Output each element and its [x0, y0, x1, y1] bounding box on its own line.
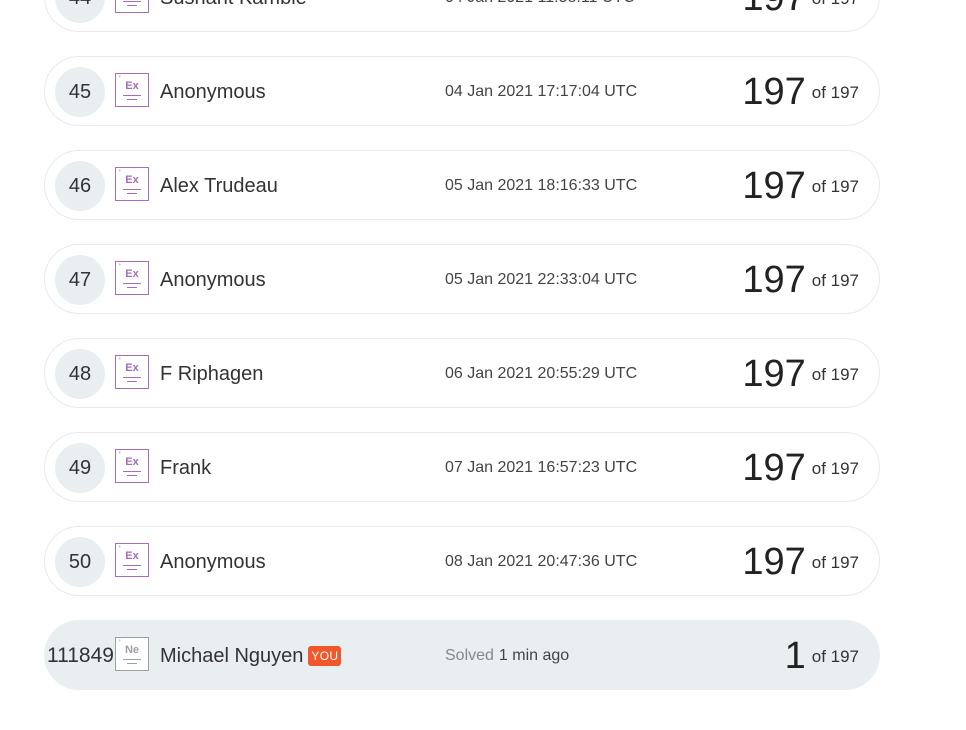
level-abbr: Ex	[125, 268, 139, 280]
solve-timestamp: 07 Jan 2021 16:57:23 UTC	[445, 459, 638, 476]
solve-timestamp: 05 Jan 2021 18:16:33 UTC	[445, 177, 638, 194]
leaderboard-row[interactable]: 50 ' Ex Anonymous 08 Jan 2021 20:47:36 UT…	[44, 526, 880, 596]
rank-badge: 49	[55, 443, 105, 493]
leaderboard-row[interactable]: 44 'Ex Sushant Kamble 04 Jan 2021 11:58:…	[44, 0, 880, 32]
player-name[interactable]: Sushant Kamble	[160, 0, 307, 33]
rank-badge: 44	[55, 0, 105, 23]
score-total: of 197	[811, 365, 859, 384]
solve-timestamp: 05 Jan 2021 22:33:04 UTC	[445, 271, 638, 288]
score-value: 1	[784, 634, 806, 677]
leaderboard-row[interactable]: 49 ' Ex Frank 07 Jan 2021 16:57:23 UTC 19…	[44, 432, 880, 502]
score-total: of 197	[811, 177, 859, 196]
expert-level-icon: 'Ex	[115, 355, 149, 389]
score: 197 of 197	[742, 151, 859, 221]
leaderboard-row[interactable]: 48 ' Ex F Riphagen 06 Jan 2021 20:55:29 U…	[44, 338, 880, 408]
solve-timestamp: 04 Jan 2021 17:17:04 UTC	[445, 83, 638, 100]
score-total: of 197	[811, 647, 859, 666]
score: 197 of 197	[742, 245, 859, 315]
level-abbr: Ex	[125, 362, 139, 374]
level-abbr: Ne	[124, 644, 140, 656]
rank-badge: 47	[55, 255, 105, 305]
solve-status: Solved 1 min ago	[445, 621, 569, 691]
rank-badge: 50	[55, 537, 105, 587]
score: 197 of 197	[742, 339, 859, 409]
score-value: 197	[742, 352, 806, 395]
score-value: 197	[742, 164, 806, 207]
player-name[interactable]: F Riphagen	[160, 339, 263, 409]
score-value: 197	[742, 0, 805, 20]
score: 1 of 197	[785, 621, 859, 691]
expert-level-icon: 'Ex	[115, 0, 149, 13]
player-name[interactable]: Anonymous	[160, 245, 266, 315]
rank-badge: 48	[55, 349, 105, 399]
solved-time: 1 min ago	[498, 647, 570, 664]
rank-badge: 45	[55, 67, 105, 117]
leaderboard: 44 'Ex Sushant Kamble 04 Jan 2021 11:58:…	[0, 0, 966, 730]
newbie-level-icon: ' Ne	[115, 637, 149, 671]
score-total: of 197	[811, 271, 859, 290]
player-name[interactable]: Alex Trudeau	[160, 151, 278, 221]
score-value: 197	[742, 446, 806, 489]
expert-level-icon: 'Ex	[115, 449, 149, 483]
rank-badge: 46	[55, 161, 105, 211]
score-value: 197	[742, 540, 806, 583]
player-name[interactable]: Michael Nguyen YOU	[160, 621, 342, 691]
level-abbr: Ex	[125, 456, 139, 468]
rank-value: 111849	[47, 644, 114, 667]
score-value: 197	[742, 258, 806, 301]
score-total: of 197	[811, 83, 859, 102]
leaderboard-row[interactable]: 47 ' Ex Anonymous 05 Jan 2021 22:33:04 UT…	[44, 244, 880, 314]
you-badge: YOU	[308, 646, 342, 666]
level-abbr: Ex	[125, 550, 139, 562]
score: 197 of 197	[742, 433, 859, 503]
expert-level-icon: 'Ex	[115, 167, 149, 201]
score-total: of 197	[811, 459, 859, 478]
solve-timestamp: 08 Jan 2021 20:47:36 UTC	[445, 553, 638, 570]
player-name[interactable]: Frank	[160, 433, 211, 503]
score: 197 of 197	[742, 527, 859, 597]
player-name[interactable]: Anonymous	[160, 57, 266, 127]
score-total: of 197	[812, 0, 859, 9]
solve-timestamp: 04 Jan 2021 11:58:11 UTC	[445, 0, 635, 33]
score-value: 197	[742, 70, 806, 113]
expert-level-icon: 'Ex	[115, 543, 149, 577]
leaderboard-row[interactable]: 46 ' Ex Alex Trudeau 05 Jan 2021 18:16:33…	[44, 150, 880, 220]
expert-level-icon: 'Ex	[115, 73, 149, 107]
player-name-text: Michael Nguyen	[160, 644, 304, 667]
score-total: of 197	[811, 553, 859, 572]
solved-label: Solved	[445, 647, 494, 664]
solve-timestamp: 06 Jan 2021 20:55:29 UTC	[445, 365, 638, 382]
level-abbr: Ex	[125, 80, 139, 92]
level-abbr: Ex	[125, 174, 139, 186]
score: 197 of 197	[742, 0, 859, 33]
leaderboard-row[interactable]: 45 ' Ex Anonymous 04 Jan 2021 17:17:04 UT…	[44, 56, 880, 126]
player-name[interactable]: Anonymous	[160, 527, 266, 597]
current-user-row[interactable]: 111849 ' Ne Michael Nguyen YOU Solved 1 m…	[44, 620, 880, 690]
expert-level-icon: 'Ex	[115, 261, 149, 295]
score: 197 of 197	[742, 57, 859, 127]
